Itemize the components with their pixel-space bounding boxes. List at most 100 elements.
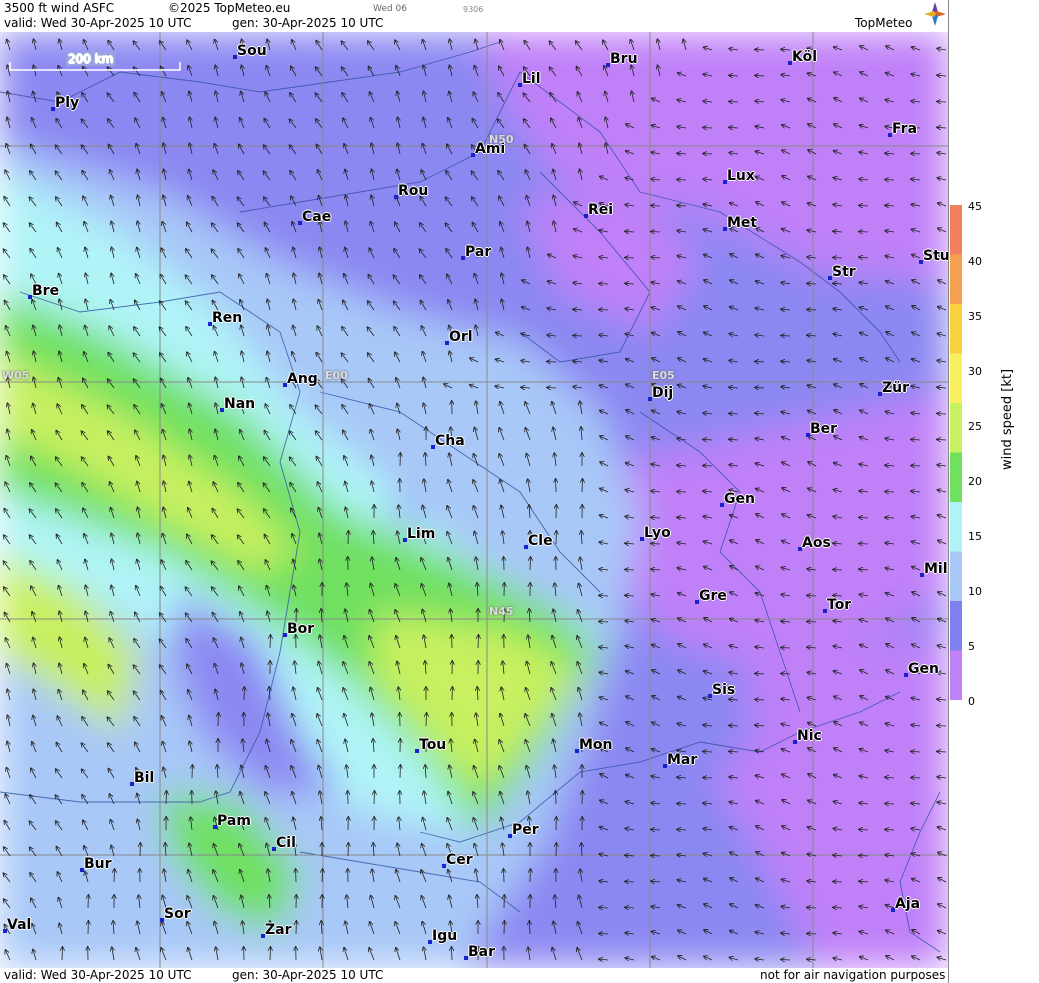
city-label: Pam xyxy=(217,813,251,829)
brand-logo-text: TopMeteo xyxy=(855,16,913,30)
city-label: Ber xyxy=(810,421,838,437)
city-label: Ren xyxy=(212,310,243,326)
wind-arrow xyxy=(218,713,219,727)
city-label: Val xyxy=(7,917,32,933)
city-label: Gen xyxy=(908,661,939,677)
city-label: Cil xyxy=(276,835,296,851)
valid-time: valid: Wed 30-Apr-2025 10 UTC xyxy=(4,16,192,30)
city-label: Lim xyxy=(407,526,436,542)
footer-valid: valid: Wed 30-Apr-2025 10 UTC xyxy=(4,968,192,982)
colorbar-tick: 30 xyxy=(968,365,982,378)
wind-arrow xyxy=(703,154,713,155)
colorbar-band xyxy=(950,403,962,453)
wind-arrow xyxy=(599,934,609,935)
wind-arrow xyxy=(937,102,947,103)
city-label: Nan xyxy=(224,396,256,412)
wind-arrow xyxy=(599,622,609,623)
wind-arrow xyxy=(504,869,505,883)
city-label: Mar xyxy=(667,752,698,768)
wind-arrow xyxy=(833,258,843,259)
wind-arrow xyxy=(859,544,869,545)
copyright: ©2025 TopMeteo.eu xyxy=(168,1,291,15)
city-label: Bre xyxy=(32,283,60,299)
wind-arrow xyxy=(937,726,947,727)
wind-field xyxy=(0,32,948,968)
grid-label: E05 xyxy=(652,369,675,382)
compass-logo-icon xyxy=(924,2,946,26)
grid-label: E00 xyxy=(325,369,348,382)
wind-arrow xyxy=(452,947,453,961)
wind-arrow xyxy=(911,778,921,779)
colorbar-band xyxy=(950,205,962,255)
wind-arrow xyxy=(625,258,635,259)
wind-arrow xyxy=(729,102,739,103)
wind-arrow xyxy=(478,635,479,649)
wind-arrow xyxy=(755,50,765,51)
scale-bar-label: 200 km xyxy=(66,52,116,66)
city-label: Lyo xyxy=(644,525,671,541)
city-label: Bar xyxy=(468,944,496,960)
colorbar-band xyxy=(950,452,962,503)
wind-arrow xyxy=(807,622,817,623)
wind-arrow xyxy=(651,544,661,545)
wind-arrow xyxy=(599,284,609,285)
wind-arrow xyxy=(582,479,583,493)
wind-arrow xyxy=(911,154,921,155)
colorbar-band xyxy=(950,551,962,602)
colorbar-band xyxy=(950,650,962,700)
wind-arrow xyxy=(885,180,895,181)
colorbar xyxy=(950,205,962,700)
city-label: Cae xyxy=(302,209,332,225)
wind-arrow xyxy=(937,414,947,415)
wind-arrow xyxy=(677,804,687,805)
wind-arrow xyxy=(270,947,271,961)
colorbar-title: wind speed [kt] xyxy=(1000,368,1015,470)
grid-label: W05 xyxy=(2,369,30,382)
wind-map[interactable] xyxy=(0,32,948,968)
city-label: Sou xyxy=(237,43,267,59)
wind-arrow xyxy=(530,557,531,571)
wind-arrow xyxy=(426,713,427,727)
wind-arrow xyxy=(729,414,739,415)
wind-arrow xyxy=(833,882,843,883)
wind-arrow xyxy=(781,960,791,961)
colorbar-tick: 35 xyxy=(968,310,982,323)
city-label: Rou xyxy=(398,183,429,199)
wind-arrow xyxy=(755,76,765,77)
wind-arrow xyxy=(781,336,791,337)
product-title: 3500 ft wind ASFC xyxy=(4,1,115,15)
colorbar-band xyxy=(950,254,962,305)
city-label: Mil xyxy=(924,561,948,577)
wind-arrow xyxy=(781,648,791,649)
city-label: Mon xyxy=(579,737,613,753)
wind-arrow xyxy=(807,934,817,935)
city-label: Nic xyxy=(797,728,822,744)
wind-arrow xyxy=(599,310,609,311)
colorbar-tick: 5 xyxy=(968,640,975,653)
city-label: Ang xyxy=(287,371,318,387)
city-label: Orl xyxy=(449,329,473,345)
wind-arrow xyxy=(374,791,375,805)
colorbar-band xyxy=(950,601,962,651)
colorbar-tick: 40 xyxy=(968,255,982,268)
footer-bar: valid: Wed 30-Apr-2025 10 UTC gen: 30-Ap… xyxy=(0,968,948,983)
wind-arrow xyxy=(62,947,63,961)
wind-arrow xyxy=(625,882,635,883)
wind-arrow xyxy=(859,232,869,233)
city-label: Str xyxy=(832,264,856,280)
city-label: Gre xyxy=(699,588,727,604)
city-label: Tou xyxy=(419,737,447,753)
wind-arrow xyxy=(885,804,895,805)
city-label: Bil xyxy=(134,770,155,786)
wind-arrow xyxy=(755,700,765,701)
city-label: Zar xyxy=(265,922,292,938)
city-label: Igu xyxy=(432,928,458,944)
colorbar-band xyxy=(950,304,962,354)
footer-gen: gen: 30-Apr-2025 10 UTC xyxy=(232,968,384,982)
colorbar-tick: 0 xyxy=(968,695,975,708)
city-label: Sis xyxy=(712,682,736,698)
city-label: Ply xyxy=(55,95,80,111)
grid-label: N50 xyxy=(489,133,514,146)
code-label: 9306 xyxy=(463,5,484,14)
city-label: Stu xyxy=(923,248,950,264)
